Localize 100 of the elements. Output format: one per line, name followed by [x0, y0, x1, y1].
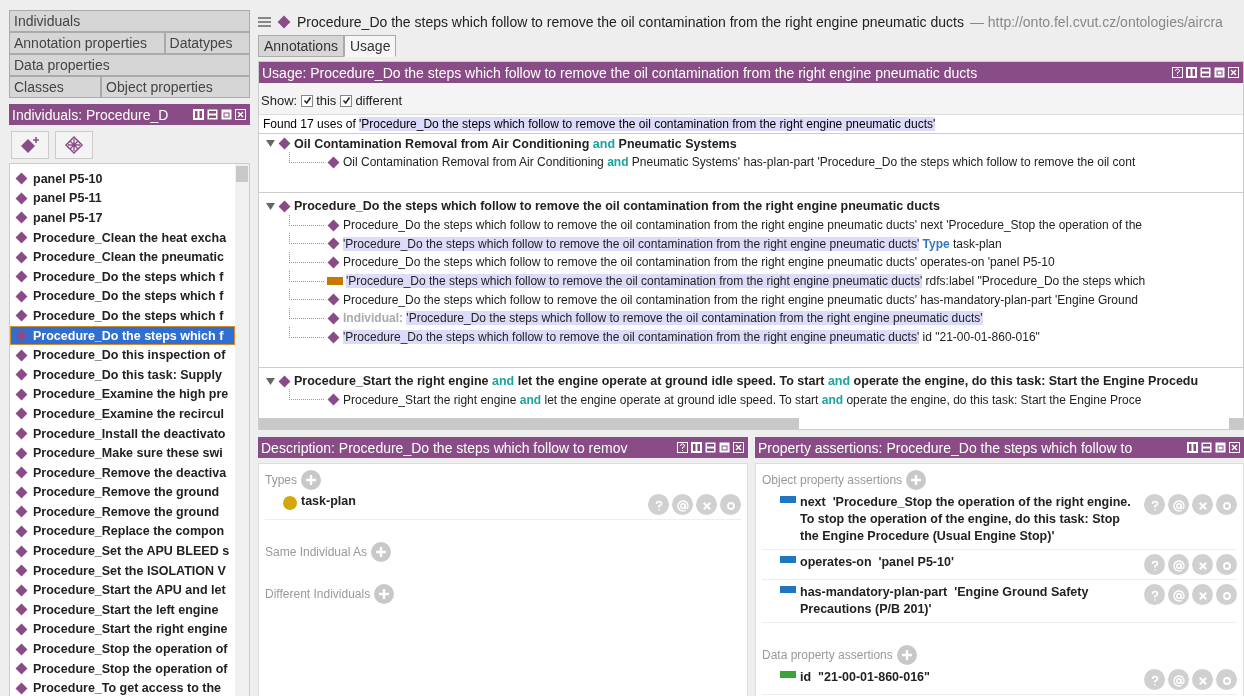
individual-item[interactable]: Procedure_Remove the ground [10, 482, 235, 503]
split-horizontal-button[interactable] [705, 441, 717, 454]
split-vertical-button[interactable] [691, 441, 703, 454]
individual-icon [278, 374, 291, 388]
edit-button[interactable] [1216, 554, 1237, 575]
individual-item[interactable]: Procedure_Make sure these swi [10, 443, 235, 463]
individual-icon [15, 681, 28, 695]
usage-line[interactable]: Procedure_Do the steps which follow to remove the oil contamination from the right engine pneumatic ducts' next 'Procedure_Stop the operation of the [343, 218, 1143, 233]
delete-button[interactable] [1192, 669, 1213, 690]
individual-item[interactable]: Procedure_Examine the recircul [10, 404, 235, 424]
individual-item[interactable]: Procedure_Replace the compon [10, 521, 235, 542]
maximize-button[interactable] [221, 108, 233, 121]
collapse-toggle-icon[interactable] [266, 201, 275, 211]
maximize-button[interactable] [1214, 66, 1226, 79]
individual-item[interactable]: Procedure_Clean the heat excha [10, 227, 235, 248]
split-vertical-button[interactable] [193, 108, 205, 121]
tab[interactable]: Usage [343, 35, 397, 57]
individual-icon [15, 525, 28, 538]
tab[interactable]: Annotation properties [9, 32, 165, 54]
individual-item[interactable]: Procedure_Do the steps which f [10, 306, 235, 326]
usage-line[interactable]: Procedure_Start the right engine and let the engine operate at ground idle speed. To start and operate the engine, do this task: Start the Engine Proce [343, 392, 1142, 407]
help-button[interactable] [677, 441, 689, 454]
individual-item[interactable]: Procedure_Do the steps which f [10, 325, 235, 346]
annotate-button[interactable] [1168, 669, 1189, 690]
individual-item[interactable]: Procedure_Examine the high pre [10, 384, 235, 405]
individual-item[interactable]: Procedure_Stop the operation of [10, 639, 235, 659]
individual-item[interactable]: Procedure_Do the steps which f [10, 286, 235, 307]
individual-item[interactable]: Procedure_Set the ISOLATION V [10, 560, 235, 581]
individual-icon [15, 564, 28, 578]
tab[interactable]: Classes [9, 76, 102, 98]
found-summary: Found 17 uses of 'Procedure_Do the steps which follow to remove the oil contamination from the right engine pneumatic ducts' [259, 115, 1243, 134]
delete-button[interactable] [1192, 554, 1213, 575]
delete-button[interactable] [1192, 584, 1213, 605]
panel-title: Individuals: Procedure_D [12, 106, 169, 123]
collapse-toggle-icon[interactable] [266, 139, 275, 148]
add-individual-button[interactable] [11, 131, 49, 159]
maximize-button[interactable] [1215, 441, 1227, 454]
individual-item[interactable]: Procedure_Do this task: Supply [10, 364, 235, 385]
individual-item[interactable]: Procedure_Install the deactivato [10, 423, 235, 444]
usage-line[interactable]: Procedure_Do the steps which follow to remove the oil contamination from the right engine pneumatic ducts' has-mandatory-plan-part 'Engine Ground [343, 292, 1138, 307]
individual-item[interactable]: Procedure_To get access to the [10, 678, 235, 696]
delete-button[interactable] [1192, 494, 1213, 515]
edit-button[interactable] [1216, 584, 1237, 605]
checkbox[interactable]: this [301, 93, 337, 108]
individual-icon [15, 427, 28, 440]
add-button[interactable] [374, 584, 395, 604]
split-horizontal-button[interactable] [1200, 66, 1212, 79]
help-button[interactable] [1172, 66, 1184, 79]
individual-item[interactable]: Procedure_Stop the operation of [10, 658, 235, 679]
close-button[interactable] [1228, 66, 1240, 79]
individual-item[interactable]: Procedure_Start the APU and let [10, 580, 235, 601]
add-button[interactable] [896, 645, 917, 665]
usage-group-heading[interactable]: Oil Contamination Removal from Air Conditioning and Pneumatic Systems [294, 136, 737, 151]
individual-item[interactable]: Procedure_Do the steps which f [10, 266, 235, 287]
edit-button[interactable] [720, 494, 741, 515]
annotate-button[interactable] [1168, 494, 1189, 515]
split-vertical-button[interactable] [1186, 66, 1198, 79]
individual-item[interactable]: panel P5-11 [10, 188, 235, 209]
individual-item[interactable]: Procedure_Start the left engine [10, 600, 235, 620]
individual-item[interactable]: Procedure_Do this inspection of [10, 345, 235, 365]
add-button[interactable] [371, 542, 392, 562]
individual-item[interactable]: panel P5-10 [10, 169, 235, 189]
edit-button[interactable] [1216, 494, 1237, 515]
collapse-toggle-icon[interactable] [266, 376, 275, 386]
tab[interactable]: Annotations [258, 35, 344, 57]
split-vertical-button[interactable] [1187, 441, 1199, 454]
individual-item[interactable]: Procedure_Clean the pneumatic [10, 247, 235, 267]
annotate-button[interactable] [1168, 554, 1189, 575]
scrollbar[interactable] [235, 164, 249, 696]
split-horizontal-button[interactable] [1201, 441, 1213, 454]
add-button[interactable] [301, 470, 321, 490]
individual-item[interactable]: Procedure_Start the right engine [10, 619, 235, 640]
property-assertion: id "21-00-01-860-016" [800, 669, 931, 686]
annotate-button[interactable] [1168, 584, 1189, 605]
individual-item[interactable]: Procedure_Set the APU BLEED s [10, 541, 235, 561]
tab[interactable]: Data properties [9, 54, 250, 76]
close-button[interactable] [235, 108, 247, 121]
individual-icon [15, 642, 28, 656]
usage-group-heading[interactable]: Procedure_Do the steps which follow to remove the oil contamination from the right engine pneumatic ducts [294, 199, 940, 214]
split-horizontal-button[interactable] [207, 108, 219, 121]
usage-line[interactable]: Procedure_Do the steps which follow to remove the oil contamination from the right engine pneumatic ducts' operates-on 'panel P5-10 [343, 255, 1055, 270]
individual-item[interactable]: Procedure_Remove the ground [10, 502, 235, 522]
add-button[interactable] [906, 470, 927, 490]
annotate-button[interactable] [672, 494, 693, 515]
tab[interactable]: Object properties [101, 76, 250, 98]
maximize-button[interactable] [719, 441, 731, 454]
edit-button[interactable] [1216, 669, 1237, 690]
individual-item[interactable]: panel P5-17 [10, 208, 235, 228]
delete-individual-button[interactable] [55, 131, 93, 159]
usage-group-heading[interactable]: Procedure_Start the right engine and let the engine operate at ground idle speed. To start and operate the engine, do this task: Start the Engine Procedu [294, 374, 1199, 388]
delete-button[interactable] [696, 494, 717, 515]
close-button[interactable] [1229, 441, 1241, 454]
tab[interactable]: Datatypes [164, 32, 250, 54]
menu-icon[interactable] [258, 16, 271, 28]
scrollbar[interactable] [259, 418, 1243, 429]
individual-item[interactable]: Procedure_Remove the deactiva [10, 462, 235, 483]
tab[interactable]: Individuals [9, 10, 250, 32]
usage-line[interactable]: Oil Contamination Removal from Air Conditioning and Pneumatic Systems' has-plan-part 'Procedure_Do the steps which follow to remove the oil cont [343, 155, 1136, 170]
checkbox[interactable]: different [340, 93, 403, 108]
close-button[interactable] [733, 441, 745, 454]
